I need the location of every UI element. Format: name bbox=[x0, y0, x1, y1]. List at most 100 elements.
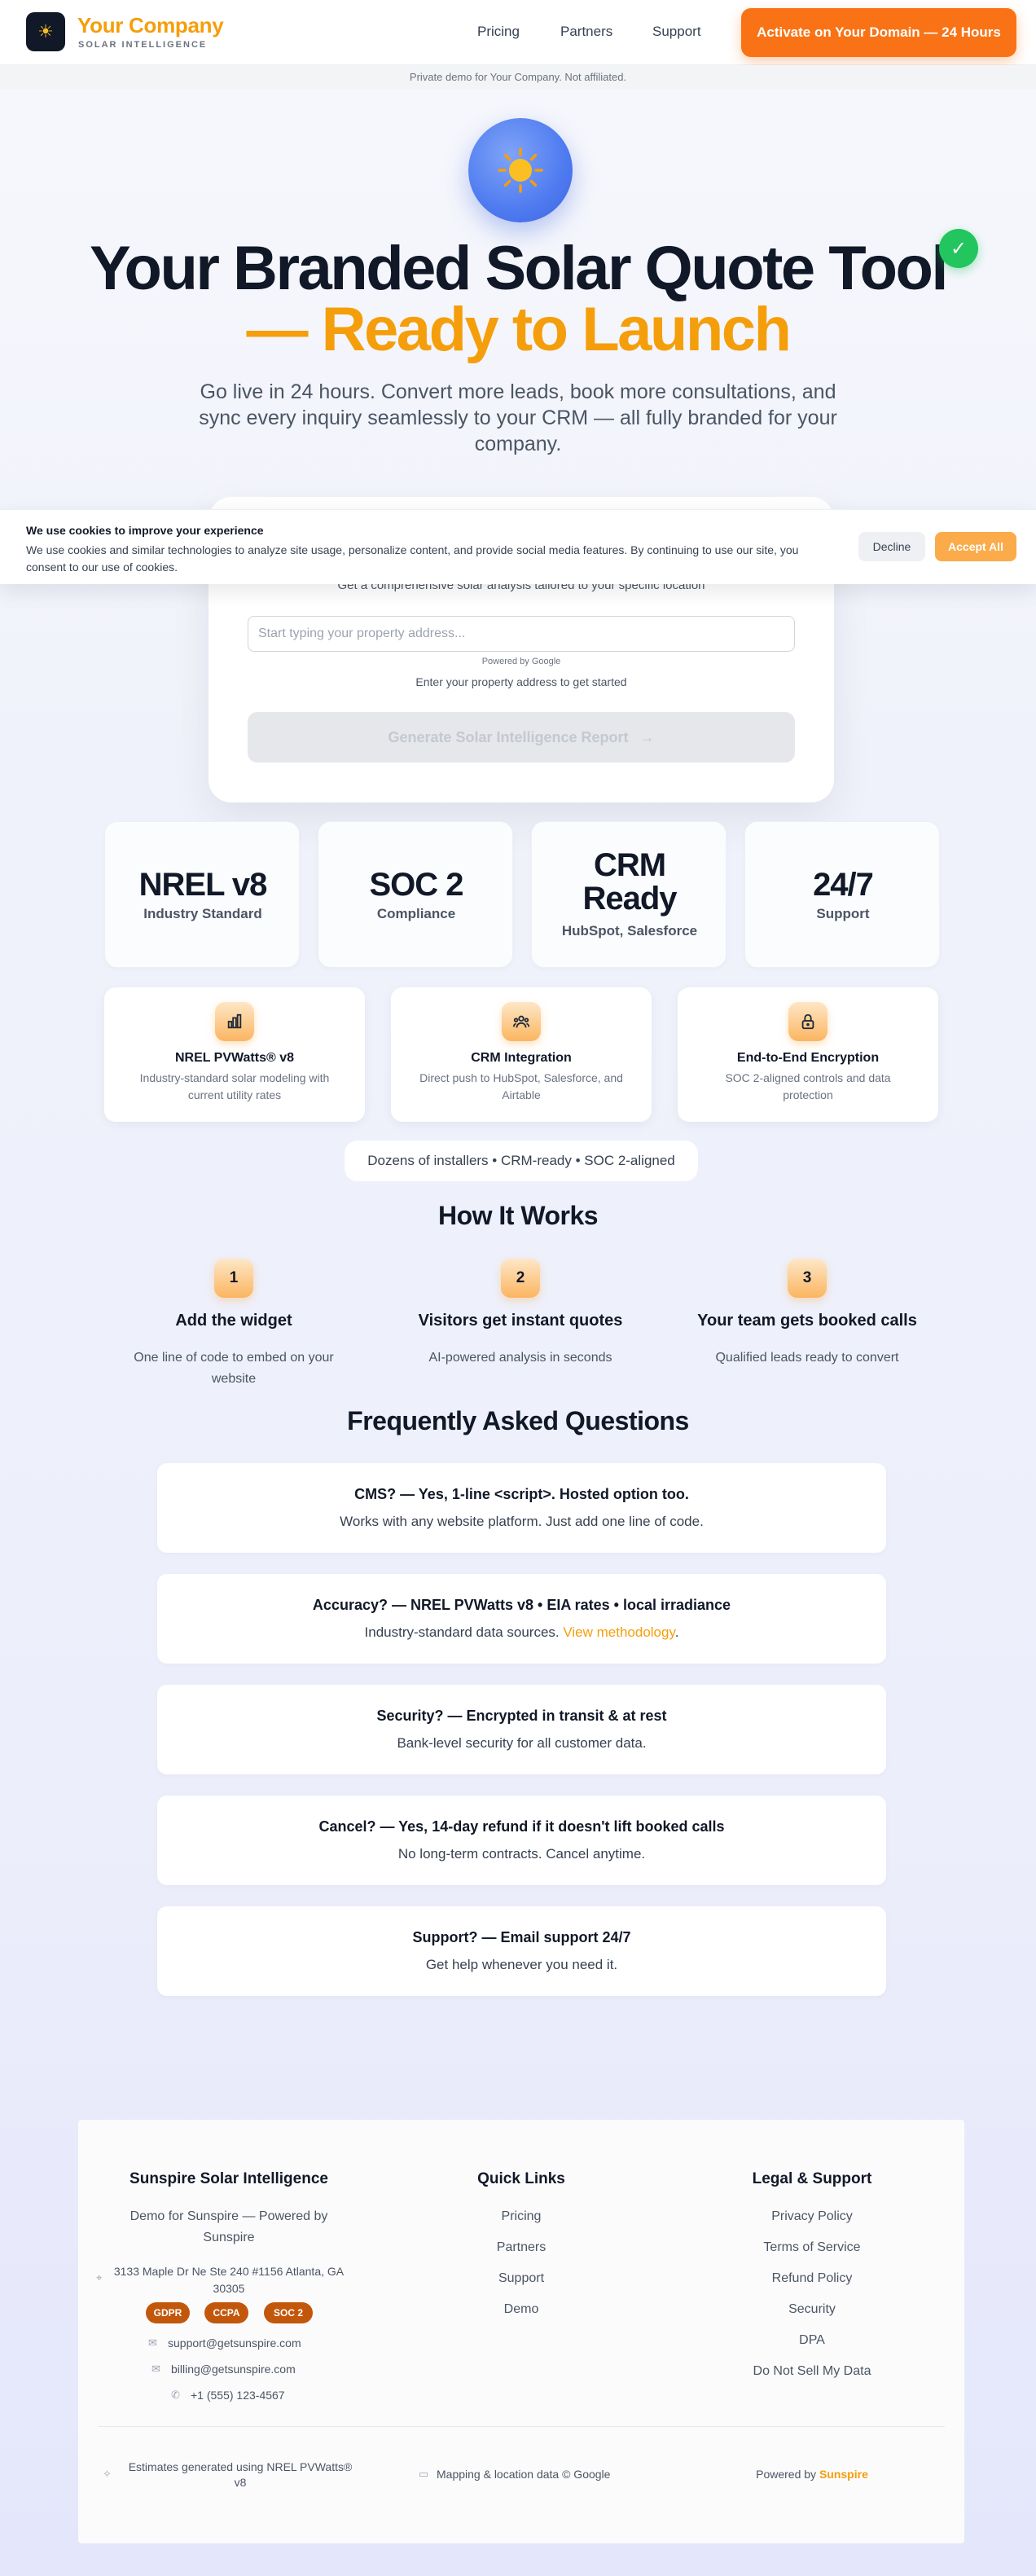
footer-company-title: Sunspire Solar Intelligence bbox=[130, 2170, 328, 2187]
ccpa-badge: CCPA bbox=[204, 2302, 248, 2323]
legal-title: Legal & Support bbox=[752, 2170, 872, 2187]
soc2-badge: SOC 2 bbox=[264, 2302, 313, 2323]
site-footer: Sunspire Solar Intelligence Demo for Sun… bbox=[78, 2120, 964, 2543]
feature-desc: SOC 2-aligned controls and data protecti… bbox=[725, 1071, 891, 1101]
stat-label: Industry Standard bbox=[143, 906, 262, 921]
footer-link-privacy[interactable]: Privacy Policy bbox=[714, 2209, 910, 2224]
nav-partners[interactable]: Partners bbox=[560, 24, 612, 40]
feature-title: NREL PVWatts® v8 bbox=[174, 1051, 295, 1065]
faq-question: Accuracy? — NREL PVWatts v8 • EIA rates … bbox=[312, 1597, 731, 1613]
footer-link-support[interactable]: Support bbox=[424, 2271, 619, 2286]
feature-card: CRM Integration Direct push to HubSpot, … bbox=[391, 987, 652, 1122]
trust-pill: Dozens of installers • CRM-ready • SOC 2… bbox=[345, 1141, 698, 1181]
step-number: 3 bbox=[788, 1259, 827, 1298]
nav-support[interactable]: Support bbox=[652, 24, 701, 40]
estimates-note: v8 bbox=[234, 2476, 247, 2489]
step-desc: AI-powered analysis in seconds bbox=[428, 1351, 612, 1365]
faq-item[interactable]: CMS? — Yes, 1-line <script>. Hosted opti… bbox=[157, 1463, 886, 1553]
sparkle-icon: ✧ bbox=[103, 2468, 112, 2480]
quick-links-title: Quick Links bbox=[477, 2170, 565, 2187]
feature-desc: Direct push to HubSpot, Salesforce, and … bbox=[419, 1071, 623, 1101]
faq-answer: Works with any website platform. Just ad… bbox=[340, 1514, 704, 1529]
mapping-note: Mapping & location data © Google bbox=[437, 2468, 611, 2481]
cookie-banner: We use cookies to improve your experienc… bbox=[0, 509, 1036, 584]
step-title: Add the widget bbox=[175, 1312, 292, 1330]
footer-link-refund[interactable]: Refund Policy bbox=[714, 2271, 910, 2286]
sun-logo-icon[interactable]: ☀ bbox=[26, 12, 65, 51]
sunspire-link[interactable]: Sunspire bbox=[819, 2468, 868, 2481]
step-number: 2 bbox=[501, 1259, 540, 1298]
stat-label: Support bbox=[816, 906, 870, 921]
step-number: 1 bbox=[214, 1259, 253, 1298]
mail-icon: ✉ bbox=[148, 2336, 157, 2349]
estimates-note: Estimates generated using NREL PVWatts® bbox=[128, 2460, 353, 2473]
map-icon: ▭ bbox=[419, 2468, 429, 2480]
view-methodology-link[interactable]: View methodology bbox=[563, 1624, 674, 1640]
generate-report-button[interactable]: Generate Solar Intelligence Report → bbox=[248, 712, 795, 763]
site-header: ☀ Your Company SOLAR INTELLIGENCE Pricin… bbox=[0, 0, 1036, 65]
step-desc: One line of code to embed on your websit… bbox=[134, 1351, 334, 1386]
footer-link-pricing[interactable]: Pricing bbox=[424, 2209, 619, 2224]
cookie-decline-button[interactable]: Decline bbox=[858, 532, 925, 561]
hero-subtitle: Go live in 24 hours. Convert more leads,… bbox=[199, 380, 837, 455]
phone-link[interactable]: +1 (555) 123-4567 bbox=[191, 2389, 321, 2402]
feature-desc: Industry-standard solar modeling with cu… bbox=[139, 1071, 330, 1101]
stat-card: SOC 2 Compliance bbox=[318, 821, 513, 968]
stat-label: Compliance bbox=[376, 906, 456, 921]
billing-email-link[interactable]: billing@getsunspire.com bbox=[171, 2363, 318, 2376]
faq-answer: Bank-level security for all customer dat… bbox=[397, 1735, 647, 1751]
step-title: Visitors get instant quotes bbox=[418, 1312, 623, 1330]
feature-title: End-to-End Encryption bbox=[736, 1051, 880, 1065]
cookie-accept-button[interactable]: Accept All bbox=[935, 532, 1016, 561]
faq-answer-text: Industry-standard data sources. bbox=[364, 1624, 560, 1640]
footer-link-do-not-sell[interactable]: Do Not Sell My Data bbox=[714, 2364, 910, 2379]
step-desc: Qualified leads ready to convert bbox=[715, 1351, 899, 1365]
footer-link-demo[interactable]: Demo bbox=[424, 2302, 619, 2317]
faq-answer: Get help whenever you need it. bbox=[425, 1957, 618, 1972]
faq-title: Frequently Asked Questions bbox=[347, 1406, 689, 1435]
activate-button[interactable]: Activate on Your Domain — 24 Hours bbox=[741, 8, 1016, 57]
sun-hero-icon bbox=[468, 118, 573, 222]
address-hint: Enter your property address to get start… bbox=[415, 675, 627, 688]
mail-icon: ✉ bbox=[151, 2363, 160, 2375]
feature-title: CRM Integration bbox=[471, 1051, 572, 1065]
arrow-right-icon: → bbox=[639, 728, 655, 745]
feature-card: NREL PVWatts® v8 Industry-standard solar… bbox=[104, 987, 365, 1122]
stat-card: CRM Ready HubSpot, Salesforce bbox=[531, 821, 727, 968]
check-icon: ✓ bbox=[939, 229, 978, 268]
footer-link-security[interactable]: Security bbox=[714, 2302, 910, 2317]
feature-card: End-to-End Encryption SOC 2-aligned cont… bbox=[678, 987, 938, 1122]
faq-item[interactable]: Support? — Email support 24/7 Get help w… bbox=[157, 1906, 886, 1996]
footer-address: 30305 bbox=[213, 2282, 245, 2295]
support-email-link[interactable]: support@getsunspire.com bbox=[168, 2336, 314, 2350]
powered-by-prefix: Powered by bbox=[756, 2468, 817, 2481]
stat-value: NREL v8 bbox=[138, 867, 268, 903]
step-title: Your team gets booked calls bbox=[697, 1312, 917, 1330]
address-input[interactable] bbox=[248, 616, 795, 652]
cookie-text: We use cookies and similar technologies … bbox=[26, 543, 799, 574]
bar-chart-icon bbox=[215, 1002, 254, 1041]
faq-question: Security? — Encrypted in transit & at re… bbox=[376, 1708, 667, 1724]
footer-link-dpa[interactable]: DPA bbox=[714, 2333, 910, 2348]
stat-value: Ready bbox=[582, 881, 677, 917]
faq-question: CMS? — Yes, 1-line <script>. Hosted opti… bbox=[354, 1486, 689, 1502]
gdpr-badge: GDPR bbox=[146, 2302, 190, 2323]
nav-pricing[interactable]: Pricing bbox=[477, 24, 520, 40]
powered-by-google: Powered by Google bbox=[481, 657, 561, 666]
footer-link-partners[interactable]: Partners bbox=[424, 2240, 619, 2255]
lock-icon bbox=[788, 1002, 827, 1041]
faq-item[interactable]: Security? — Encrypted in transit & at re… bbox=[157, 1685, 886, 1774]
cookie-title: We use cookies to improve your experienc… bbox=[26, 524, 264, 537]
generate-report-label: Generate Solar Intelligence Report bbox=[388, 728, 629, 745]
stat-value: SOC 2 bbox=[369, 867, 463, 903]
footer-company-desc: Demo for Sunspire — Powered by bbox=[130, 2209, 328, 2223]
faq-item[interactable]: Accuracy? — NREL PVWatts v8 • EIA rates … bbox=[157, 1574, 886, 1664]
stat-value: 24/7 bbox=[813, 867, 874, 903]
faq-question: Support? — Email support 24/7 bbox=[412, 1929, 631, 1945]
stat-label: HubSpot, Salesforce bbox=[561, 923, 698, 939]
faq-question: Cancel? — Yes, 14-day refund if it doesn… bbox=[318, 1818, 725, 1835]
footer-address: 3133 Maple Dr Ne Ste 240 #1156 Atlanta, … bbox=[113, 2265, 345, 2278]
footer-link-terms[interactable]: Terms of Service bbox=[714, 2240, 910, 2255]
faq-item[interactable]: Cancel? — Yes, 14-day refund if it doesn… bbox=[157, 1796, 886, 1885]
brand-name[interactable]: Your Company bbox=[77, 13, 224, 38]
